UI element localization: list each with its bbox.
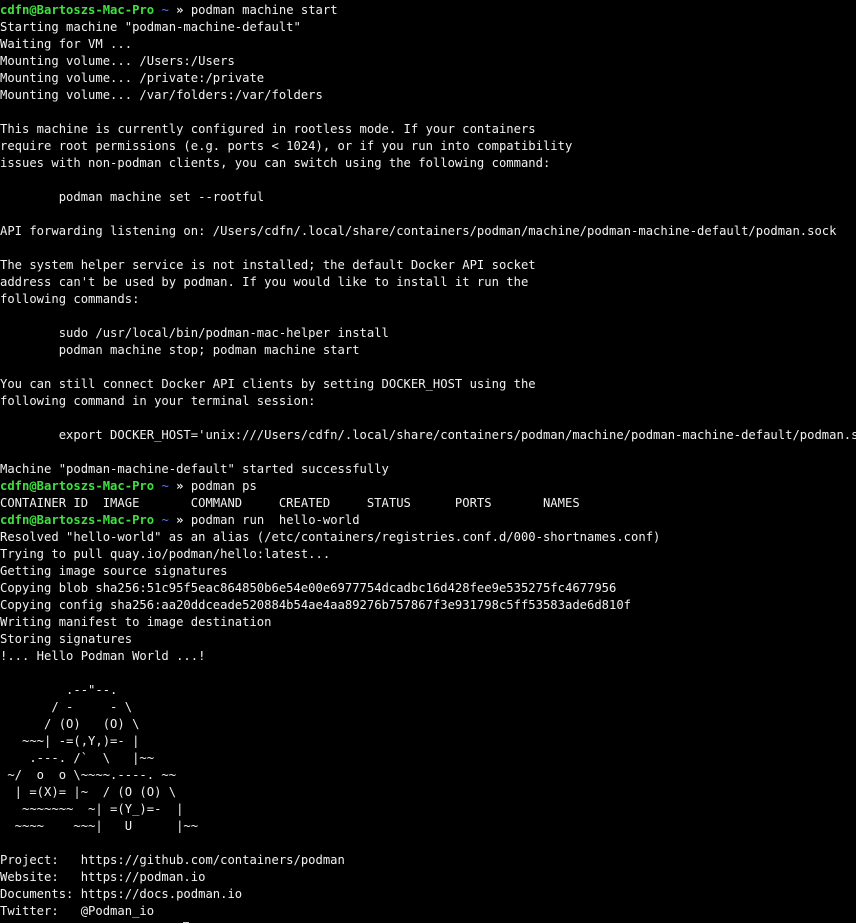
output-line: Mounting volume... /private:/private: [0, 71, 265, 85]
output-line: Website: https://podman.io: [0, 870, 206, 884]
prompt-arrow-icon: »: [176, 479, 184, 493]
output-line: export DOCKER_HOST='unix:///Users/cdfn/.…: [0, 428, 856, 442]
prompt-line: cdfn@Bartoszs-Mac-Pro ~ » podman machine…: [0, 2, 856, 19]
output-line: .--"--.: [0, 683, 118, 697]
output-line: Mounting volume... /var/folders:/var/fol…: [0, 88, 323, 102]
prompt-user-host: cdfn@Bartoszs-Mac-Pro: [0, 513, 155, 527]
output-line: API forwarding listening on: /Users/cdfn…: [0, 224, 837, 238]
output-line: Copying config sha256:aa20ddceade520884b…: [0, 598, 632, 612]
output-line: Storing signatures: [0, 632, 133, 646]
output-line: ~~~~~~~ ~| =(Y_)=- |: [0, 802, 184, 816]
command-text: podman ps: [190, 479, 257, 493]
prompt-arrow-icon: »: [176, 3, 184, 17]
output-line: / (O) (O) \: [0, 717, 140, 731]
output-line: Twitter: @Podman_io: [0, 904, 155, 918]
terminal-output: cdfn@Bartoszs-Mac-Pro ~ » podman machine…: [0, 2, 856, 920]
output-line: .---. /` \ |~~: [0, 751, 155, 765]
output-line: This machine is currently configured in …: [0, 122, 536, 136]
output-line: following command in your terminal sessi…: [0, 394, 316, 408]
output-line: CONTAINER ID IMAGE COMMAND CREATED STATU…: [0, 496, 580, 510]
output-line: podman machine stop; podman machine star…: [0, 343, 360, 357]
output-line: !... Hello Podman World ...!: [0, 649, 206, 663]
output-line: | =(X)= |~ / (O (O) \: [0, 785, 177, 799]
output-line: require root permissions (e.g. ports < 1…: [0, 139, 573, 153]
output-line: ~~~| -=(,Y,)=- |: [0, 734, 140, 748]
prompt-line: cdfn@Bartoszs-Mac-Pro ~ » podman ps: [0, 478, 856, 495]
prompt-path: ~: [161, 3, 169, 17]
output-line: address can't be used by podman. If you …: [0, 275, 529, 289]
output-line: ~~~~ ~~~| U |~~: [0, 819, 199, 833]
output-line: Machine "podman-machine-default" started…: [0, 462, 389, 476]
terminal-window[interactable]: cdfn@Bartoszs-Mac-Pro ~ » podman machine…: [0, 0, 856, 923]
output-line: Project: https://github.com/containers/p…: [0, 853, 345, 867]
output-line: ~/ o o \~~~~.----. ~~: [0, 768, 177, 782]
output-line: Copying blob sha256:51c95f5eac864850b6e5…: [0, 581, 617, 595]
output-line: The system helper service is not install…: [0, 258, 536, 272]
output-line: following commands:: [0, 292, 140, 306]
prompt-user-host: cdfn@Bartoszs-Mac-Pro: [0, 479, 155, 493]
prompt-user-host: cdfn@Bartoszs-Mac-Pro: [0, 3, 155, 17]
prompt-line: cdfn@Bartoszs-Mac-Pro ~ » podman run hel…: [0, 512, 856, 529]
command-text: podman run hello-world: [190, 513, 360, 527]
output-line: Resolved "hello-world" as an alias (/etc…: [0, 530, 661, 544]
output-line: issues with non-podman clients, you can …: [0, 156, 551, 170]
output-line: Starting machine "podman-machine-default…: [0, 20, 301, 34]
output-line: / - - \: [0, 700, 133, 714]
output-line: Writing manifest to image destination: [0, 615, 272, 629]
output-line: You can still connect Docker API clients…: [0, 377, 536, 391]
output-line: sudo /usr/local/bin/podman-mac-helper in…: [0, 326, 389, 340]
output-line: Documents: https://docs.podman.io: [0, 887, 243, 901]
command-text: podman machine start: [190, 3, 338, 17]
prompt-path: ~: [161, 479, 169, 493]
output-line: Waiting for VM ...: [0, 37, 133, 51]
output-line: Mounting volume... /Users:/Users: [0, 54, 235, 68]
output-line: Trying to pull quay.io/podman/hello:late…: [0, 547, 331, 561]
prompt-arrow-icon: »: [176, 513, 184, 527]
prompt-path: ~: [161, 513, 169, 527]
output-line: podman machine set --rootful: [0, 190, 265, 204]
output-line: Getting image source signatures: [0, 564, 228, 578]
